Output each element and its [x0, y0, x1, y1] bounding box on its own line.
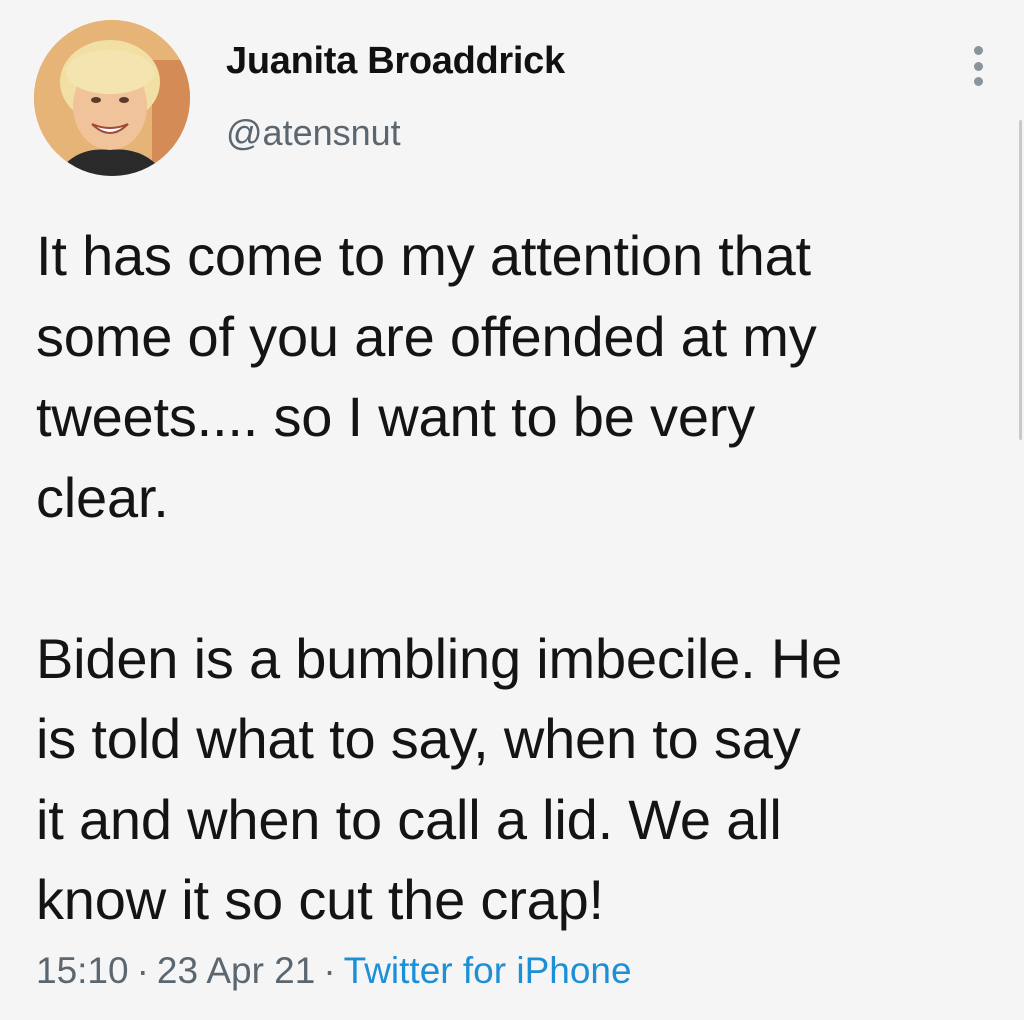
scroll-edge — [1019, 120, 1022, 440]
meta-separator: · — [136, 950, 149, 991]
tweet-source-link[interactable]: Twitter for iPhone — [344, 950, 632, 991]
dot — [973, 46, 983, 55]
tweet-time[interactable]: 15:10 — [36, 950, 129, 991]
profile-photo-icon — [34, 20, 190, 176]
author-name[interactable]: Juanita Broaddrick — [226, 40, 565, 83]
more-vertical-icon[interactable] — [960, 44, 996, 88]
tweet-text: It has come to my attention that some of… — [36, 216, 996, 941]
tweet-date[interactable]: 23 Apr 21 — [157, 950, 315, 991]
author-handle[interactable]: @atensnut — [226, 112, 401, 154]
meta-separator: · — [323, 950, 336, 991]
tweet-card: Juanita Broaddrick @atensnut It has come… — [0, 0, 1024, 1020]
tweet-meta: 15:10 · 23 Apr 21 · Twitter for iPhone — [36, 950, 632, 992]
dot — [973, 77, 983, 86]
dot — [973, 61, 983, 71]
avatar[interactable] — [34, 20, 190, 176]
tweet-paragraph: It has come to my attention that some of… — [36, 224, 817, 529]
tweet-paragraph: Biden is a bumbling imbecile. He is told… — [36, 626, 843, 932]
